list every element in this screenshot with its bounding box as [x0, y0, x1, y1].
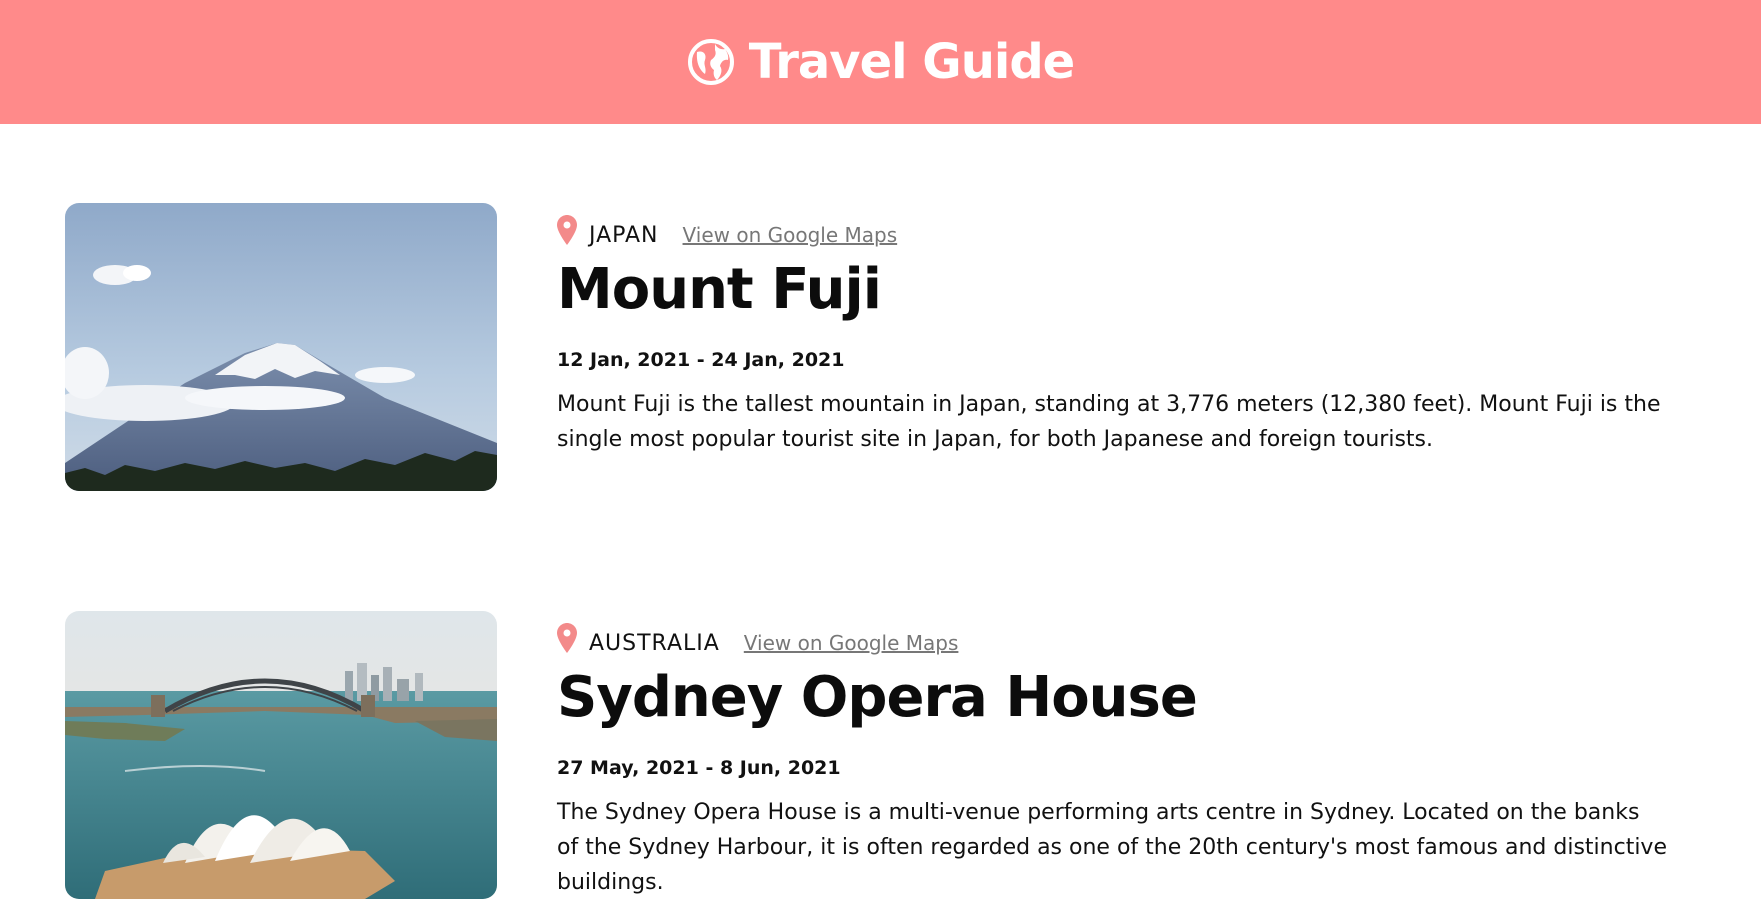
destination-photo: [65, 611, 497, 899]
site-header: Travel Guide: [0, 0, 1761, 124]
google-maps-link[interactable]: View on Google Maps: [744, 631, 959, 655]
destination-description: The Sydney Opera House is a multi-venue …: [557, 800, 1667, 895]
map-pin-icon: [557, 215, 577, 245]
brand[interactable]: Travel Guide: [687, 34, 1075, 90]
site-title: Travel Guide: [748, 34, 1075, 90]
country-label: JAPAN: [589, 222, 659, 248]
destination-title: Mount Fuji: [557, 257, 882, 322]
globe-icon: [687, 39, 734, 85]
google-maps-link[interactable]: View on Google Maps: [683, 223, 898, 247]
travel-dates: 12 Jan, 2021 - 24 Jan, 2021: [557, 349, 845, 371]
destination-info: JAPAN View on Google Maps Mount Fuji 12 …: [557, 215, 1687, 457]
destination-photo: [65, 203, 497, 491]
destination-description: Mount Fuji is the tallest mountain in Ja…: [557, 392, 1661, 452]
destination-meta: AUSTRALIA View on Google Maps: [557, 623, 1687, 659]
destination-meta: JAPAN View on Google Maps: [557, 215, 1687, 251]
country-label: AUSTRALIA: [589, 630, 720, 656]
map-pin-icon: [557, 623, 577, 653]
destination-title: Sydney Opera House: [557, 665, 1198, 730]
destination-info: AUSTRALIA View on Google Maps Sydney Ope…: [557, 623, 1687, 900]
travel-dates: 27 May, 2021 - 8 Jun, 2021: [557, 757, 841, 779]
